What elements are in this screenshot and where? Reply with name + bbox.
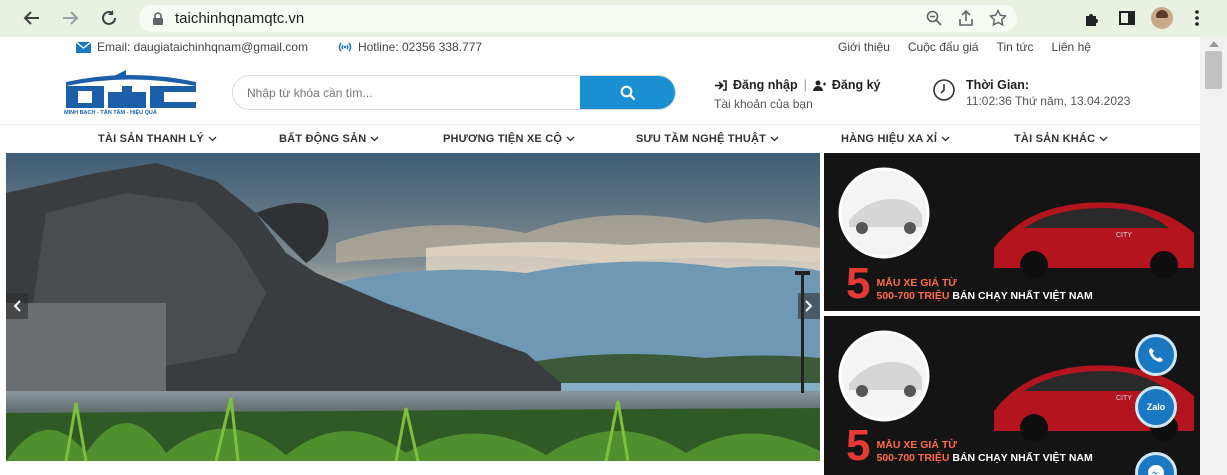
banner-line-2-white: BÁN CHẠY NHẤT VIỆT NAM bbox=[952, 452, 1093, 464]
main-menu: TÀI SẢN THANH LÝ BẤT ĐỘNG SẢN PHƯƠNG TIỆ… bbox=[0, 124, 1200, 153]
menu-item-label: TÀI SẢN THANH LÝ bbox=[98, 133, 204, 145]
slider-prev-button[interactable] bbox=[6, 293, 28, 319]
car-promo-banner-1[interactable]: CITY 5 MẪU XE GIÁ TỪ 500-700 TRIỆU BÁN C… bbox=[824, 153, 1200, 311]
menu-item-label: PHƯƠNG TIỆN XE CỘ bbox=[443, 133, 563, 145]
zalo-float-button[interactable]: Zalo bbox=[1135, 386, 1177, 428]
kebab-menu-icon[interactable] bbox=[1187, 8, 1207, 28]
chevron-down-icon bbox=[1099, 136, 1108, 142]
page-scrollbar[interactable] bbox=[1200, 37, 1227, 475]
register-link[interactable]: Đăng ký bbox=[832, 78, 881, 92]
banner-line-2-red: 500-700 TRIỆU bbox=[876, 452, 950, 464]
top-link-about[interactable]: Giới thiệu bbox=[838, 40, 890, 54]
chevron-down-icon bbox=[370, 136, 379, 142]
share-icon[interactable] bbox=[957, 9, 975, 27]
banner-line-2-white: BÁN CHẠY NHẤT VIỆT NAM bbox=[952, 290, 1093, 302]
chevron-down-icon bbox=[941, 136, 950, 142]
chevron-left-icon bbox=[13, 300, 21, 312]
login-link[interactable]: Đăng nhập bbox=[733, 78, 798, 92]
site-header: MINH BẠCH - TẬN TÂM - HIỆU QUẢ Đăng nhập… bbox=[0, 58, 1200, 122]
extensions-puzzle-icon[interactable] bbox=[1083, 8, 1103, 28]
search-button[interactable] bbox=[580, 76, 675, 109]
menu-item-real-estate[interactable]: BẤT ĐỘNG SẢN bbox=[279, 133, 379, 145]
menu-item-label: HÀNG HIỆU XA XỈ bbox=[841, 133, 938, 145]
contact-email[interactable]: Email: daugiataichinhqnam@gmail.com bbox=[97, 40, 308, 54]
chevron-right-icon bbox=[805, 300, 813, 312]
reload-icon bbox=[102, 10, 116, 25]
contact-hotline[interactable]: Hotline: 02356 338.777 bbox=[358, 40, 482, 54]
menu-item-label: BẤT ĐỘNG SẢN bbox=[279, 133, 367, 145]
phone-ring-icon bbox=[338, 42, 352, 52]
reload-button[interactable] bbox=[96, 5, 122, 31]
search-box bbox=[232, 75, 676, 110]
chevron-down-icon bbox=[770, 136, 779, 142]
banner-number: 5 bbox=[846, 421, 871, 470]
search-icon bbox=[620, 85, 635, 100]
side-panel-icon[interactable] bbox=[1117, 8, 1137, 28]
menu-item-other-assets[interactable]: TÀI SẢN KHÁC bbox=[1014, 133, 1108, 145]
top-link-contact[interactable]: Liên hệ bbox=[1052, 40, 1091, 54]
forward-button[interactable] bbox=[57, 5, 83, 31]
hero-slider[interactable] bbox=[6, 153, 820, 461]
arrow-left-icon bbox=[23, 11, 39, 25]
banner-line-1: MẪU XE GIÁ TỪ bbox=[876, 277, 957, 289]
zalo-icon: Zalo bbox=[1146, 402, 1166, 412]
time-label: Thời Gian: bbox=[966, 78, 1030, 92]
car-badge-text: CITY bbox=[1116, 232, 1132, 239]
clock-icon bbox=[933, 79, 955, 101]
monument-landscape-image bbox=[6, 153, 820, 461]
menu-item-label: SƯU TẦM NGHỆ THUẬT bbox=[636, 133, 767, 145]
menu-item-label: TÀI SẢN KHÁC bbox=[1014, 133, 1096, 145]
user-plus-icon bbox=[812, 80, 826, 91]
bookmark-star-icon[interactable] bbox=[989, 9, 1007, 27]
call-float-button[interactable] bbox=[1135, 334, 1177, 376]
menu-item-vehicles[interactable]: PHƯƠNG TIỆN XE CỘ bbox=[443, 133, 575, 145]
clock-box: Thời Gian: 11:02:36 Thứ năm, 13.04.2023 bbox=[932, 78, 1130, 108]
top-info-bar: Email: daugiataichinhqnam@gmail.com Hotl… bbox=[0, 37, 1200, 58]
banner-line-1: MẪU XE GIÁ TỪ bbox=[876, 439, 957, 451]
account-box: Đăng nhập | Đăng ký Tài khoản của bạn bbox=[714, 78, 881, 111]
banner-number: 5 bbox=[846, 259, 871, 308]
address-bar[interactable]: taichinhqnamqtc.vn bbox=[139, 5, 1017, 32]
site-logo[interactable]: MINH BẠCH - TẬN TÂM - HIỆU QUẢ bbox=[64, 68, 198, 120]
search-input[interactable] bbox=[233, 76, 580, 109]
car-badge-text: CITY bbox=[1116, 395, 1132, 402]
profile-avatar[interactable] bbox=[1151, 7, 1173, 29]
phone-icon bbox=[1149, 348, 1163, 362]
lock-icon bbox=[153, 11, 163, 25]
mail-icon bbox=[76, 41, 91, 53]
slider-next-button[interactable] bbox=[798, 293, 820, 319]
login-icon bbox=[715, 79, 727, 91]
browser-toolbar: taichinhqnamqtc.vn bbox=[0, 0, 1227, 37]
scroll-up-arrow-icon[interactable] bbox=[1209, 41, 1219, 47]
account-label: Tài khoản của bạn bbox=[714, 97, 813, 111]
top-link-news[interactable]: Tin tức bbox=[997, 40, 1034, 54]
messenger-icon bbox=[1148, 465, 1164, 475]
zoom-icon[interactable] bbox=[925, 9, 943, 27]
scroll-thumb[interactable] bbox=[1205, 51, 1222, 89]
arrow-right-icon bbox=[63, 11, 79, 25]
url-text: taichinhqnamqtc.vn bbox=[175, 10, 305, 27]
menu-item-art-collection[interactable]: SƯU TẦM NGHỆ THUẬT bbox=[636, 133, 779, 145]
chevron-down-icon bbox=[566, 136, 575, 142]
menu-item-luxury-goods[interactable]: HÀNG HIỆU XA XỈ bbox=[841, 133, 950, 145]
logo-tagline: MINH BẠCH - TẬN TÂM - HIỆU QUẢ bbox=[64, 110, 157, 116]
chevron-down-icon bbox=[208, 136, 217, 142]
banner-line-2-red: 500-700 TRIỆU bbox=[876, 290, 950, 302]
top-link-auctions[interactable]: Cuộc đấu giá bbox=[908, 40, 979, 54]
menu-item-liquidation-assets[interactable]: TÀI SẢN THANH LÝ bbox=[98, 133, 217, 145]
back-button[interactable] bbox=[19, 5, 45, 31]
time-value: 11:02:36 Thứ năm, 13.04.2023 bbox=[966, 94, 1131, 108]
